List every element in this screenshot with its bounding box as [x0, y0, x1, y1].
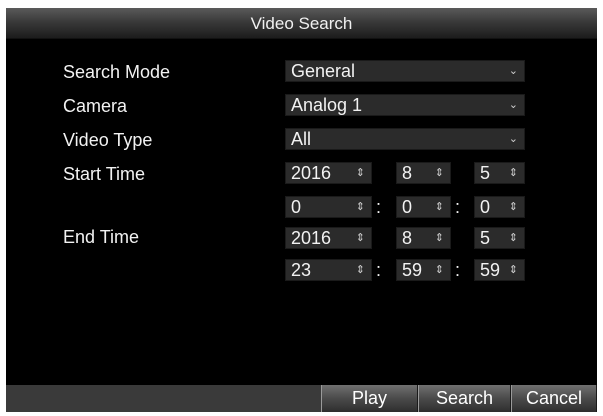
chevron-down-icon: ⌄ [508, 133, 518, 145]
time-separator: : [376, 260, 382, 280]
camera-value: Analog 1 [291, 95, 363, 115]
search-button[interactable]: Search [418, 385, 511, 412]
time-separator: : [455, 260, 461, 280]
start-hour-value: 0 [291, 197, 302, 217]
chevron-down-icon: ⌄ [508, 65, 518, 77]
end-time-label: End Time [63, 227, 140, 247]
end-second-spinner[interactable]: 59 ⇕ [474, 259, 525, 281]
title-bar: Video Search [6, 8, 597, 39]
end-month-spinner[interactable]: 8 ⇕ [396, 227, 451, 249]
spinner-icon: ⇕ [508, 201, 518, 213]
end-month-value: 8 [402, 228, 413, 248]
play-button[interactable]: Play [321, 385, 418, 412]
spinner-icon: ⇕ [355, 264, 365, 276]
start-minute-spinner[interactable]: 0 ⇕ [396, 196, 451, 218]
end-day-spinner[interactable]: 5 ⇕ [474, 227, 525, 249]
spinner-icon: ⇕ [508, 167, 518, 179]
end-minute-spinner[interactable]: 59 ⇕ [396, 259, 451, 281]
end-hour-spinner[interactable]: 23 ⇕ [285, 259, 372, 281]
start-hour-spinner[interactable]: 0 ⇕ [285, 196, 372, 218]
video-type-select[interactable]: All ⌄ [285, 128, 525, 150]
search-mode-value: General [291, 61, 356, 81]
time-separator: : [455, 197, 461, 217]
start-month-spinner[interactable]: 8 ⇕ [396, 162, 451, 184]
camera-select[interactable]: Analog 1 ⌄ [285, 94, 525, 116]
spinner-icon: ⇕ [434, 201, 444, 213]
video-search-dialog: Video Search Search Mode General ⌄ Camer… [6, 8, 597, 412]
button-bar: Play Search Cancel [6, 385, 597, 412]
spinner-icon: ⇕ [508, 264, 518, 276]
spinner-icon: ⇕ [355, 201, 365, 213]
end-year-spinner[interactable]: 2016 ⇕ [285, 227, 372, 249]
start-day-spinner[interactable]: 5 ⇕ [474, 162, 525, 184]
spinner-icon: ⇕ [434, 264, 444, 276]
end-hour-value: 23 [291, 260, 312, 280]
end-second-value: 59 [480, 260, 501, 280]
end-day-value: 5 [480, 228, 491, 248]
start-year-spinner[interactable]: 2016 ⇕ [285, 162, 372, 184]
search-mode-label: Search Mode [63, 62, 171, 82]
start-second-value: 0 [480, 197, 491, 217]
start-month-value: 8 [402, 163, 413, 183]
end-minute-value: 59 [402, 260, 423, 280]
search-mode-select[interactable]: General ⌄ [285, 60, 525, 82]
start-day-value: 5 [480, 163, 491, 183]
start-second-spinner[interactable]: 0 ⇕ [474, 196, 525, 218]
spinner-icon: ⇕ [508, 232, 518, 244]
spinner-icon: ⇕ [355, 232, 365, 244]
end-year-value: 2016 [291, 228, 332, 248]
chevron-down-icon: ⌄ [508, 99, 518, 111]
start-minute-value: 0 [402, 197, 413, 217]
video-type-label: Video Type [63, 130, 153, 150]
camera-label: Camera [63, 96, 128, 116]
start-year-value: 2016 [291, 163, 332, 183]
spinner-icon: ⇕ [355, 167, 365, 179]
spinner-icon: ⇕ [434, 232, 444, 244]
start-time-label: Start Time [63, 164, 146, 184]
time-separator: : [376, 197, 382, 217]
dialog-title: Video Search [250, 14, 353, 33]
spinner-icon: ⇕ [434, 167, 444, 179]
cancel-button[interactable]: Cancel [511, 385, 597, 412]
video-type-value: All [291, 129, 312, 149]
